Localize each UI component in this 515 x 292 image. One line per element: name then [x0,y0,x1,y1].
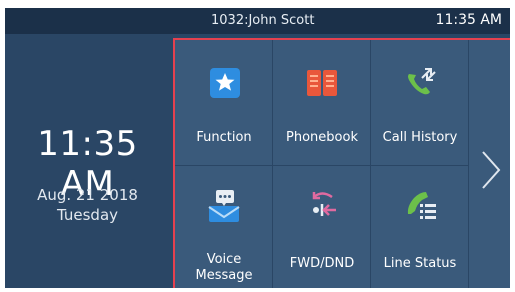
voicemail-icon [208,190,240,222]
forward-dnd-icon [312,192,336,216]
next-page-button[interactable] [469,40,510,288]
function-label: Function [196,130,252,145]
star-icon [210,68,240,98]
account-label: 1032:John Scott [211,13,315,28]
phonebook-label: Phonebook [286,130,358,145]
clock-panel: 11:35 AM Aug. 21 2018 Tuesday [5,34,170,288]
status-time: 11:35 AM [435,12,502,28]
line-status-button[interactable]: Line Status [371,166,469,288]
clock-weekday: Tuesday [56,206,119,224]
call-history-label: Call History [382,130,458,145]
call-history-button[interactable]: Call History [371,40,469,166]
phone-screen: 1032:John Scott 11:35 AM 11:35 AM Aug. 2… [5,8,510,288]
menu-grid: Function Phonebook Call History Voice Me… [173,38,510,288]
function-button[interactable]: Function [175,40,273,166]
voice-message-button[interactable]: Voice Message [175,166,273,288]
call-history-icon [408,68,436,95]
line-status-label: Line Status [383,256,457,271]
voice-message-label-line1: Voice [206,252,242,267]
fwd-dnd-button[interactable]: FWD/DND [273,166,371,288]
status-bar: 1032:John Scott 11:35 AM [5,8,510,34]
chevron-right-icon [482,151,501,189]
book-icon [307,70,337,96]
fwd-dnd-label: FWD/DND [289,256,355,271]
phonebook-button[interactable]: Phonebook [273,40,371,166]
voice-message-label-line2: Message [195,268,253,283]
clock-date: Aug. 21 2018 [37,186,138,204]
line-status-icon [407,192,436,219]
